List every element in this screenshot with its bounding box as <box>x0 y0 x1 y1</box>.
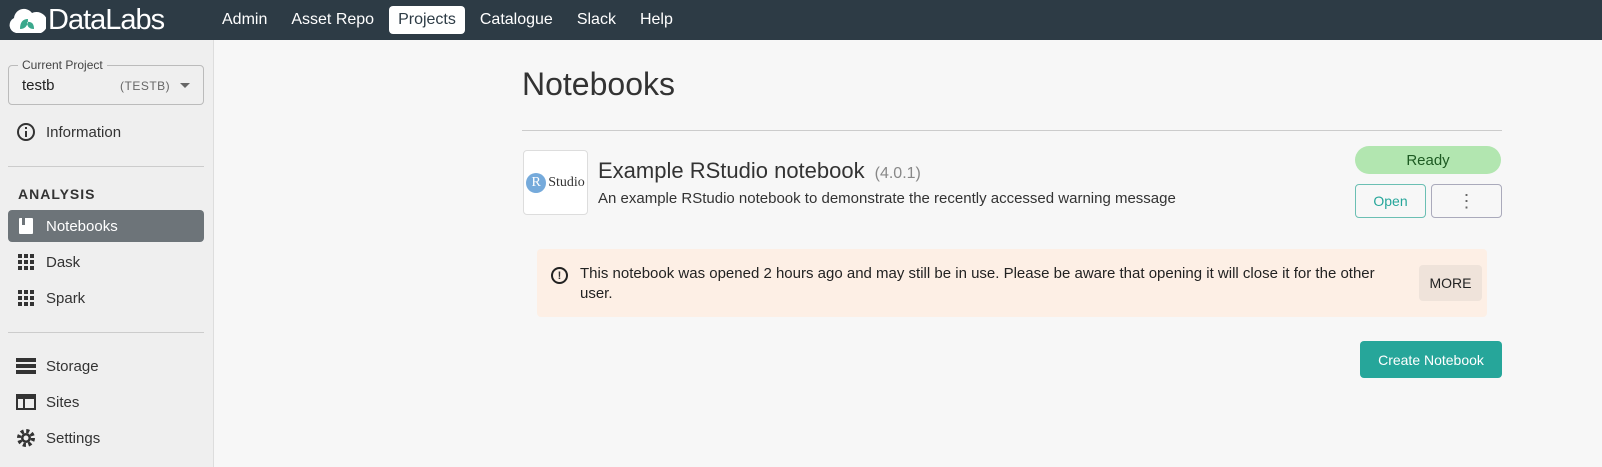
gear-icon <box>16 428 36 448</box>
current-project-label: Current Project <box>18 58 107 72</box>
status-badge: Ready <box>1355 146 1501 174</box>
top-bar: DataLabs Admin Asset Repo Projects Catal… <box>0 0 1602 40</box>
dropdown-arrow-icon <box>180 83 190 88</box>
sidebar-item-label: Settings <box>46 429 101 447</box>
notebook-icon <box>16 216 36 236</box>
web-icon <box>16 392 36 412</box>
sidebar-item-sites[interactable]: Sites <box>8 386 204 418</box>
sidebar-item-spark[interactable]: Spark <box>8 282 204 314</box>
divider <box>8 166 204 167</box>
logo-text: DataLabs <box>48 3 165 36</box>
notebook-description: An example RStudio notebook to demonstra… <box>598 190 1176 207</box>
sidebar-item-dask[interactable]: Dask <box>8 246 204 278</box>
nav-help[interactable]: Help <box>631 6 682 34</box>
info-icon <box>16 122 36 142</box>
nav-projects[interactable]: Projects <box>389 6 465 34</box>
grid-icon <box>16 252 36 272</box>
nav-catalogue[interactable]: Catalogue <box>471 6 562 34</box>
rstudio-r-icon: R <box>526 172 547 193</box>
project-code: (TESTB) <box>120 79 171 93</box>
more-options-button[interactable]: ⋮ <box>1431 184 1502 218</box>
rstudio-logo: R Studio <box>523 150 588 215</box>
nav-admin[interactable]: Admin <box>213 6 276 34</box>
notebook-version: (4.0.1) <box>874 165 921 182</box>
storage-icon <box>16 356 36 376</box>
sidebar-item-label: Spark <box>46 289 86 307</box>
notebook-title: Example RStudio notebook (4.0.1) <box>598 158 921 184</box>
sidebar-item-storage[interactable]: Storage <box>8 350 204 382</box>
more-button[interactable]: MORE <box>1419 265 1482 301</box>
sidebar-item-label: Information <box>46 123 122 141</box>
nav-asset-repo[interactable]: Asset Repo <box>282 6 383 34</box>
sidebar-item-label: Sites <box>46 393 80 411</box>
create-notebook-button[interactable]: Create Notebook <box>1360 341 1502 378</box>
project-name: testb <box>22 77 55 94</box>
divider <box>8 332 204 333</box>
current-project-select[interactable]: Current Project testb (TESTB) <box>8 58 204 105</box>
main-nav: Admin Asset Repo Projects Catalogue Slac… <box>213 6 682 34</box>
sidebar-item-label: Dask <box>46 253 81 271</box>
open-button[interactable]: Open <box>1355 184 1426 218</box>
sidebar: Current Project testb (TESTB) Informatio… <box>0 40 214 467</box>
divider <box>522 130 1502 131</box>
cloud-leaf-icon <box>9 8 46 33</box>
nav-slack[interactable]: Slack <box>568 6 625 34</box>
sidebar-item-notebooks[interactable]: Notebooks <box>8 210 204 242</box>
sidebar-item-settings[interactable]: Settings <box>8 422 204 454</box>
warning-alert: ! This notebook was opened 2 hours ago a… <box>537 249 1487 317</box>
datalabs-logo[interactable]: DataLabs <box>8 4 213 37</box>
rstudio-logo-text: Studio <box>548 174 585 190</box>
sidebar-item-label: Notebooks <box>46 217 118 235</box>
warning-icon: ! <box>551 267 568 284</box>
section-analysis: ANALYSIS <box>18 186 96 202</box>
sidebar-item-information[interactable]: Information <box>8 116 204 148</box>
warning-text: This notebook was opened 2 hours ago and… <box>580 265 1375 302</box>
notebook-name: Example RStudio notebook <box>598 158 865 183</box>
page-title: Notebooks <box>522 66 675 102</box>
sidebar-item-label: Storage <box>46 357 99 375</box>
grid-icon <box>16 288 36 308</box>
